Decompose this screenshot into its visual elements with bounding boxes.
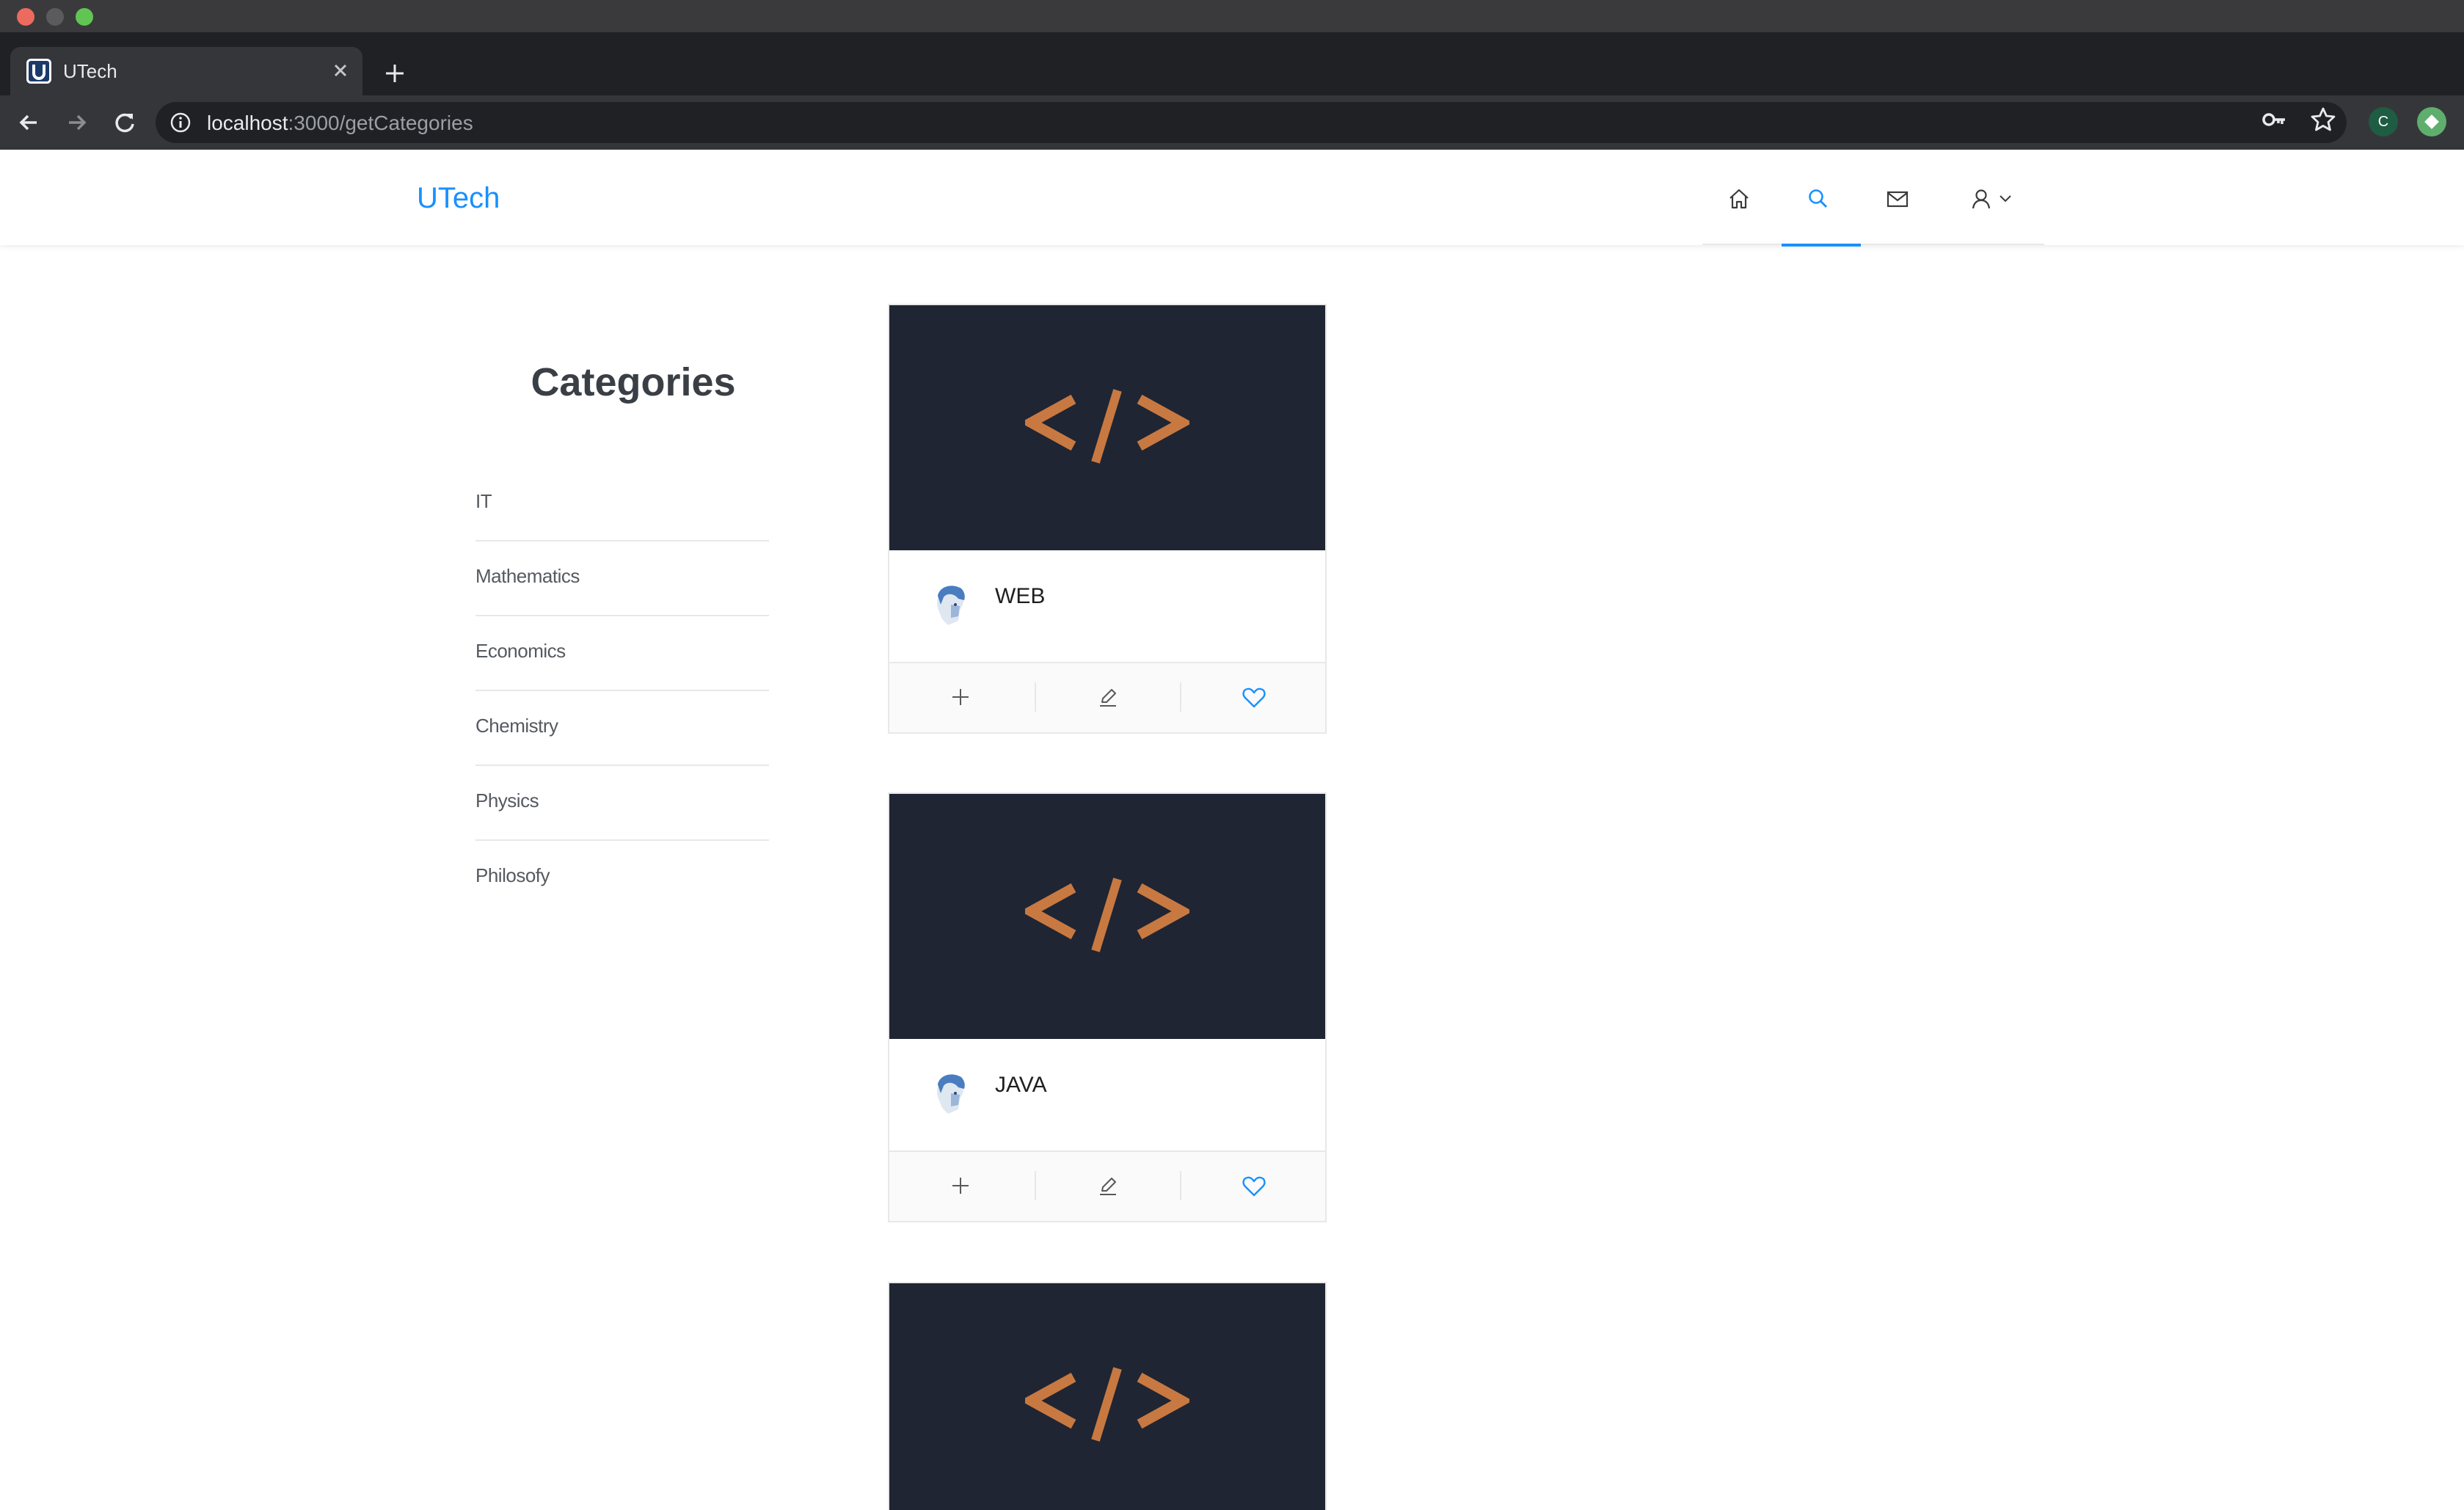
app-header: UTech <box>0 150 2464 247</box>
window-titlebar <box>0 0 2464 32</box>
tab-title: UTech <box>63 60 117 82</box>
brand-logo[interactable]: UTech <box>417 182 500 215</box>
category-item-physics[interactable]: Physics <box>475 766 769 841</box>
category-item-economics[interactable]: Economics <box>475 616 769 691</box>
card-actions <box>889 662 1325 732</box>
course-card[interactable]: WEB <box>888 304 1327 734</box>
extension-c-icon[interactable]: C <box>2369 107 2398 136</box>
add-button[interactable] <box>889 1152 1035 1222</box>
edit-icon <box>1100 1178 1116 1195</box>
close-tab-icon[interactable] <box>327 57 354 84</box>
forward-arrow-icon[interactable] <box>59 105 94 140</box>
url-text: localhost:3000/getCategories <box>207 112 473 135</box>
chevron-down-icon <box>2000 195 2011 203</box>
card-cover-image <box>889 794 1325 1039</box>
code-icon <box>1025 389 1189 464</box>
code-icon <box>1025 878 1189 952</box>
minimize-window-button[interactable] <box>46 8 64 26</box>
close-window-button[interactable] <box>17 8 34 26</box>
add-button[interactable] <box>889 663 1035 734</box>
browser-tab[interactable]: UTech <box>10 47 362 95</box>
menu-item-user[interactable] <box>1940 150 2044 245</box>
zoom-window-button[interactable] <box>76 8 93 26</box>
search-icon <box>1809 189 1827 208</box>
code-icon <box>1025 1367 1189 1442</box>
edit-button[interactable] <box>1035 1171 1180 1200</box>
utech-favicon-icon <box>26 59 51 84</box>
card-title: JAVA <box>995 1073 1047 1097</box>
category-list: IT Mathematics Economics Chemistry Physi… <box>475 467 769 916</box>
mail-icon <box>1887 191 1909 208</box>
categories-heading: Categories <box>531 360 736 404</box>
address-bar[interactable]: localhost:3000/getCategories <box>156 102 2347 143</box>
key-icon[interactable] <box>2260 105 2289 134</box>
category-item-chemistry[interactable]: Chemistry <box>475 691 769 766</box>
home-icon <box>1729 189 1749 209</box>
extension-green-icon[interactable] <box>2417 107 2446 136</box>
browser-toolbar: localhost:3000/getCategories <box>0 95 2464 150</box>
user-icon <box>1972 189 1991 209</box>
bookmark-star-icon[interactable] <box>2308 105 2338 134</box>
site-info-icon[interactable] <box>169 111 192 134</box>
card-cover-image <box>889 305 1325 550</box>
new-tab-icon[interactable] <box>379 57 411 90</box>
top-menu <box>1702 150 2044 247</box>
edit-icon <box>1100 689 1116 707</box>
url-host: localhost <box>207 112 288 134</box>
card-meta: JAVA <box>889 1039 1325 1150</box>
menu-item-mail[interactable] <box>1861 150 1940 245</box>
category-item-mathematics[interactable]: Mathematics <box>475 541 769 616</box>
url-path: :3000/getCategories <box>288 112 473 134</box>
plus-icon <box>952 1178 969 1194</box>
category-item-philosofy[interactable]: Philosofy <box>475 841 769 916</box>
card-actions <box>889 1150 1325 1221</box>
menu-item-home[interactable] <box>1702 150 1782 245</box>
avatar <box>937 586 965 625</box>
card-title: WEB <box>995 584 1046 608</box>
course-card[interactable]: JAVA <box>888 792 1327 1222</box>
category-item-it[interactable]: IT <box>475 467 769 541</box>
menu-item-search[interactable] <box>1782 150 1861 247</box>
course-card[interactable] <box>888 1282 1327 1510</box>
plus-icon <box>952 689 969 705</box>
avatar <box>937 1074 965 1114</box>
heart-icon <box>1242 687 1266 708</box>
edit-button[interactable] <box>1035 682 1180 712</box>
heart-icon <box>1242 1176 1266 1197</box>
like-button[interactable] <box>1180 682 1325 712</box>
like-button[interactable] <box>1180 1171 1325 1200</box>
back-arrow-icon[interactable] <box>12 105 47 140</box>
card-meta: WEB <box>889 550 1325 662</box>
reload-icon[interactable] <box>107 105 142 140</box>
card-cover-image <box>889 1283 1325 1510</box>
tab-strip: UTech <box>0 32 2464 95</box>
